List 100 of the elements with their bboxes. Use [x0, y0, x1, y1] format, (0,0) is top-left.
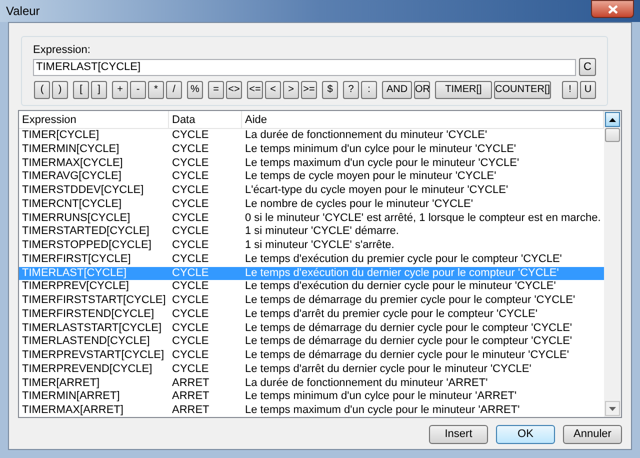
help-cell-text: Le temps de démarrage du premier cycle pour le compteur 'CYCLE' [244, 294, 576, 308]
list-row[interactable]: TIMERPREV[CYCLE] CYCLE Le temps d'exécution du dernier cycle pour le minuteur 'CYCLE' [19, 280, 604, 294]
operator-button[interactable]: U [580, 81, 596, 99]
list-row[interactable]: TIMERFIRSTSTART[CYCLE] CYCLE Le temps de démarrage du premier cycle pour le compteur 'CYCLE' [19, 294, 604, 308]
column-header[interactable]: Data [169, 111, 242, 128]
operator-button[interactable]: = [208, 81, 224, 99]
operator-button[interactable]: % [187, 81, 203, 99]
operator-button[interactable]: + [112, 81, 128, 99]
data-cell-text: CYCLE [171, 170, 210, 184]
list-row[interactable]: TIMERSTOPPED[CYCLE] CYCLE 1 si minuteur 'CYCLE' s'arrête. [19, 239, 604, 253]
help-cell-text: La durée de fonctionnement du minuteur 'CYCLE' [244, 129, 488, 143]
list-row[interactable]: TIMERMAX[ARRET] ARRET Le temps maximum d'un cycle pour le minuteur 'ARRET' [19, 404, 604, 417]
operator-button[interactable]: > [283, 81, 299, 99]
list-row[interactable]: TIMER[CYCLE] CYCLE La durée de fonctionnement du minuteur 'CYCLE' [19, 129, 604, 143]
scrollbar[interactable] [604, 111, 621, 417]
operator-button[interactable]: : [361, 81, 377, 99]
help-cell-text: 1 si minuteur 'CYCLE' s'arrête. [244, 239, 396, 253]
list-row[interactable]: TIMERMIN[ARRET] ARRET Le temps minimum d'un cylce pour le minuteur 'ARRET' [19, 390, 604, 404]
expression-cell-text: TIMERLASTEND[CYCLE] [21, 335, 151, 349]
operator-button[interactable]: <> [226, 81, 242, 99]
down-arrow-icon [609, 406, 616, 410]
help-cell-text: Le temps maximum d'un cycle pour le minuteur 'ARRET' [244, 404, 521, 417]
expression-cell-text: TIMERAVG[CYCLE] [21, 170, 122, 184]
help-cell-text: L'écart-type du cycle moyen pour le minuteur 'CYCLE' [244, 184, 510, 198]
list-row[interactable]: TIMERMAX[CYCLE] CYCLE Le temps maximum d'un cycle pour le minuteur 'CYCLE' [19, 156, 604, 170]
operator-button[interactable]: OR [414, 81, 430, 99]
data-cell-text: ARRET [171, 390, 210, 404]
help-cell-text: Le temps de démarrage du dernier cycle pour le compteur 'CYCLE' [244, 335, 574, 349]
expression-cell-text: TIMER[ARRET] [21, 376, 101, 390]
help-cell-text: 0 si le minuteur 'CYCLE' est arrêté, 1 lorsque le compteur est en marche. [244, 212, 602, 226]
dialog-button[interactable]: OK [496, 425, 555, 444]
list-row[interactable]: TIMERAVG[CYCLE] CYCLE Le temps de cycle moyen pour le minuteur 'CYCLE' [19, 170, 604, 184]
column-header[interactable]: Expression [19, 111, 169, 128]
scroll-up-button[interactable] [605, 112, 620, 127]
close-icon [608, 4, 618, 14]
scroll-thumb[interactable] [605, 128, 620, 142]
dialog-button[interactable]: Annuler [563, 425, 622, 444]
data-cell-text: CYCLE [171, 184, 210, 198]
operator-button[interactable]: - [130, 81, 146, 99]
expression-cell-text: TIMERSTOPPED[CYCLE] [21, 239, 152, 253]
operator-button[interactable]: $ [322, 81, 338, 99]
clear-button[interactable]: C [579, 58, 596, 76]
operator-button[interactable]: ) [52, 81, 68, 99]
data-cell-text: CYCLE [171, 212, 210, 226]
expression-cell-text: TIMER[CYCLE] [21, 129, 100, 143]
list-row[interactable]: TIMERLASTSTART[CYCLE] CYCLE Le temps de démarrage du dernier cycle pour le compteur 'CYCLE' [19, 322, 604, 336]
operator-button[interactable]: / [166, 81, 182, 99]
help-cell-text: La durée de fonctionnement du minuteur 'ARRET' [244, 376, 489, 390]
data-cell-text: CYCLE [171, 129, 210, 143]
data-cell-text: CYCLE [171, 252, 210, 266]
operator-button[interactable]: * [148, 81, 164, 99]
operator-button[interactable]: >= [301, 81, 317, 99]
data-cell-text: CYCLE [171, 142, 210, 156]
up-arrow-icon [609, 118, 616, 122]
expression-cell-text: TIMERSTARTED[CYCLE] [21, 225, 150, 239]
expression-cell-text: TIMERLASTSTART[CYCLE] [21, 322, 163, 336]
list-row[interactable]: TIMERMIN[CYCLE] CYCLE Le temps minimum d'un cylce pour le minuteur 'CYCLE' [19, 142, 604, 156]
expression-cell-text: TIMERCNT[CYCLE] [21, 198, 123, 212]
expression-cell-text: TIMERMIN[CYCLE] [21, 142, 120, 156]
dialog-button[interactable]: Insert [429, 425, 488, 444]
operator-button[interactable]: ] [91, 81, 107, 99]
list-row[interactable]: TIMERPREVEND[CYCLE] CYCLE Le temps d'arrêt du dernier cycle pour le minuteur 'CYCLE' [19, 362, 604, 376]
data-cell-text: CYCLE [171, 294, 210, 308]
close-button[interactable] [591, 0, 634, 18]
data-cell-text: CYCLE [171, 198, 210, 212]
operator-button[interactable]: COUNTER[] [494, 81, 551, 99]
operator-button[interactable]: ? [343, 81, 359, 99]
data-cell-text: CYCLE [171, 335, 210, 349]
data-cell-text: CYCLE [171, 322, 210, 336]
expression-label: Expression: [33, 44, 92, 57]
scroll-down-button[interactable] [605, 401, 620, 416]
operator-button[interactable]: ( [34, 81, 50, 99]
operator-button[interactable]: <= [247, 81, 263, 99]
list-row[interactable]: TIMERRUNS[CYCLE] CYCLE 0 si le minuteur 'CYCLE' est arrêté, 1 lorsque le compteur est en marche. [19, 212, 604, 226]
list-row[interactable]: TIMERFIRSTEND[CYCLE] CYCLE Le temps d'arrêt du premier cycle pour le compteur 'CYCLE' [19, 308, 604, 322]
data-cell-text: CYCLE [171, 349, 210, 363]
expression-cell-text: TIMERRUNS[CYCLE] [21, 212, 132, 226]
help-cell-text: Le temps maximum d'un cycle pour le minuteur 'CYCLE' [244, 156, 520, 170]
help-cell-text: Le nombre de cycles pour le minuteur 'CYCLE' [244, 198, 474, 212]
list-row[interactable]: TIMERFIRST[CYCLE] CYCLE Le temps d'exécution du premier cycle pour le compteur 'CYCLE' [19, 252, 604, 266]
list-row[interactable]: TIMERLASTEND[CYCLE] CYCLE Le temps de démarrage du dernier cycle pour le compteur 'CYCLE' [19, 335, 604, 349]
data-cell-text: CYCLE [171, 156, 210, 170]
expression-cell-text: TIMERPREV[CYCLE] [21, 280, 130, 294]
list-row[interactable]: TIMERCNT[CYCLE] CYCLE Le nombre de cycles pour le minuteur 'CYCLE' [19, 198, 604, 212]
list-row[interactable]: TIMERSTARTED[CYCLE] CYCLE 1 si minuteur 'CYCLE' démarre. [19, 225, 604, 239]
operator-button[interactable]: ! [562, 81, 578, 99]
expression-cell-text: TIMERPREVSTART[CYCLE] [21, 349, 166, 363]
list-row[interactable]: TIMERSTDDEV[CYCLE] CYCLE L'écart-type du cycle moyen pour le minuteur 'CYCLE' [19, 184, 604, 198]
help-cell-text: Le temps de démarrage du dernier cycle pour le minuteur 'CYCLE' [244, 349, 570, 363]
operator-button[interactable]: TIMER[] [435, 81, 492, 99]
help-cell-text: 1 si minuteur 'CYCLE' démarre. [244, 225, 400, 239]
expression-field[interactable]: TIMERLAST[CYCLE] [33, 58, 576, 76]
data-cell-text: ARRET [171, 404, 210, 417]
expression-cell-text: TIMERPREVEND[CYCLE] [21, 362, 154, 376]
operator-button[interactable]: AND [382, 81, 412, 99]
list-row[interactable]: TIMER[ARRET] ARRET La durée de fonctionnement du minuteur 'ARRET' [19, 376, 604, 390]
list-row[interactable]: TIMERPREVSTART[CYCLE] CYCLE Le temps de démarrage du dernier cycle pour le minuteur 'CYCLE' [19, 349, 604, 363]
help-cell-text: Le temps minimum d'un cylce pour le minuteur 'ARRET' [244, 390, 518, 404]
operator-button[interactable]: < [265, 81, 281, 99]
operator-button[interactable]: [ [73, 81, 89, 99]
